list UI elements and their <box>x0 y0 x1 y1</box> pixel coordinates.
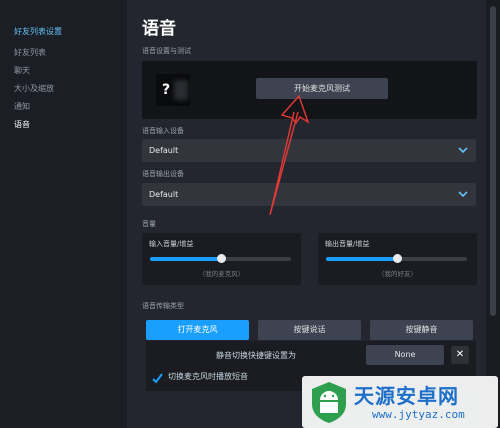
output-volume-label: 输出音量/增益 <box>325 240 370 248</box>
input-volume-slider[interactable] <box>150 254 291 263</box>
open-mic-button[interactable]: 打开麦克风 <box>146 320 249 340</box>
voice-settings-panel: 语音 语音设置与测试 ? 开始麦克风测试 语音输入设备 Default 语音输出… <box>128 0 486 428</box>
watermark-name: 天源安卓网 <box>354 384 459 408</box>
sidebar-item-size-scaling[interactable]: 大小及缩放 <box>14 80 54 98</box>
watermark-url: www.jytyaz.com <box>372 408 465 421</box>
input-volume-caption: （我的麦克风） <box>198 270 245 278</box>
test-section-label: 语音设置与测试 <box>142 47 191 55</box>
mute-hotkey-label: 静音切换快捷键设置为 <box>216 351 296 360</box>
sidebar-item-voice[interactable]: 语音 <box>14 116 54 134</box>
output-volume-knob[interactable] <box>392 254 402 263</box>
play-sound-label: 切换麦克风时播放短音 <box>168 372 248 381</box>
mic-test-box: ? 开始麦克风测试 <box>142 61 477 119</box>
watermark-logo: 天源安卓网 www.jytyaz.com <box>302 376 498 428</box>
sidebar-header: 好友列表设置 <box>14 27 62 36</box>
sidebar-item-notifications[interactable]: 通知 <box>14 98 54 116</box>
input-device-select[interactable]: Default <box>142 139 476 162</box>
output-volume-box: 输出音量/增益 （我的好友） <box>318 233 477 285</box>
mute-hotkey-button[interactable]: None <box>366 345 444 365</box>
input-device-label: 语音输入设备 <box>142 127 184 135</box>
settings-sidebar: 好友列表设置 好友列表 聊天 大小及缩放 通知 语音 <box>0 0 128 428</box>
sidebar-item-chat[interactable]: 聊天 <box>14 62 54 80</box>
chevron-down-icon <box>458 191 468 198</box>
output-device-select[interactable]: Default <box>142 183 476 206</box>
clear-hotkey-button[interactable]: ✕ <box>451 346 469 364</box>
chevron-down-icon <box>458 147 468 154</box>
output-volume-slider[interactable] <box>326 254 467 263</box>
scrollbar-thumb[interactable] <box>490 6 496 316</box>
avatar-blur <box>174 80 188 100</box>
push-to-talk-button[interactable]: 按键说话 <box>258 320 361 340</box>
avatar: ? <box>156 74 190 106</box>
transmission-type-label: 语音传输类型 <box>142 302 184 310</box>
input-device-value: Default <box>149 146 179 155</box>
page-title: 语音 <box>142 19 176 39</box>
input-volume-label: 输入音量/增益 <box>149 240 194 248</box>
play-sound-checkbox[interactable] <box>152 373 163 384</box>
output-device-value: Default <box>149 190 179 199</box>
start-mic-test-button[interactable]: 开始麦克风测试 <box>256 78 388 99</box>
volume-label: 音量 <box>142 220 156 228</box>
sidebar-item-friends-list[interactable]: 好友列表 <box>14 44 54 62</box>
output-device-label: 语音输出设备 <box>142 170 184 178</box>
input-volume-fill <box>150 257 221 261</box>
avatar-glyph: ? <box>162 82 171 98</box>
sidebar-list: 好友列表 聊天 大小及缩放 通知 语音 <box>14 44 54 134</box>
android-shield-icon <box>312 382 346 423</box>
output-volume-fill <box>326 257 397 261</box>
input-volume-knob[interactable] <box>216 254 226 263</box>
push-to-mute-button[interactable]: 按键静音 <box>370 320 473 340</box>
output-volume-caption: （我的好友） <box>378 270 417 278</box>
input-volume-box: 输入音量/增益 （我的麦克风） <box>142 233 301 285</box>
scrollbar[interactable] <box>486 0 500 428</box>
